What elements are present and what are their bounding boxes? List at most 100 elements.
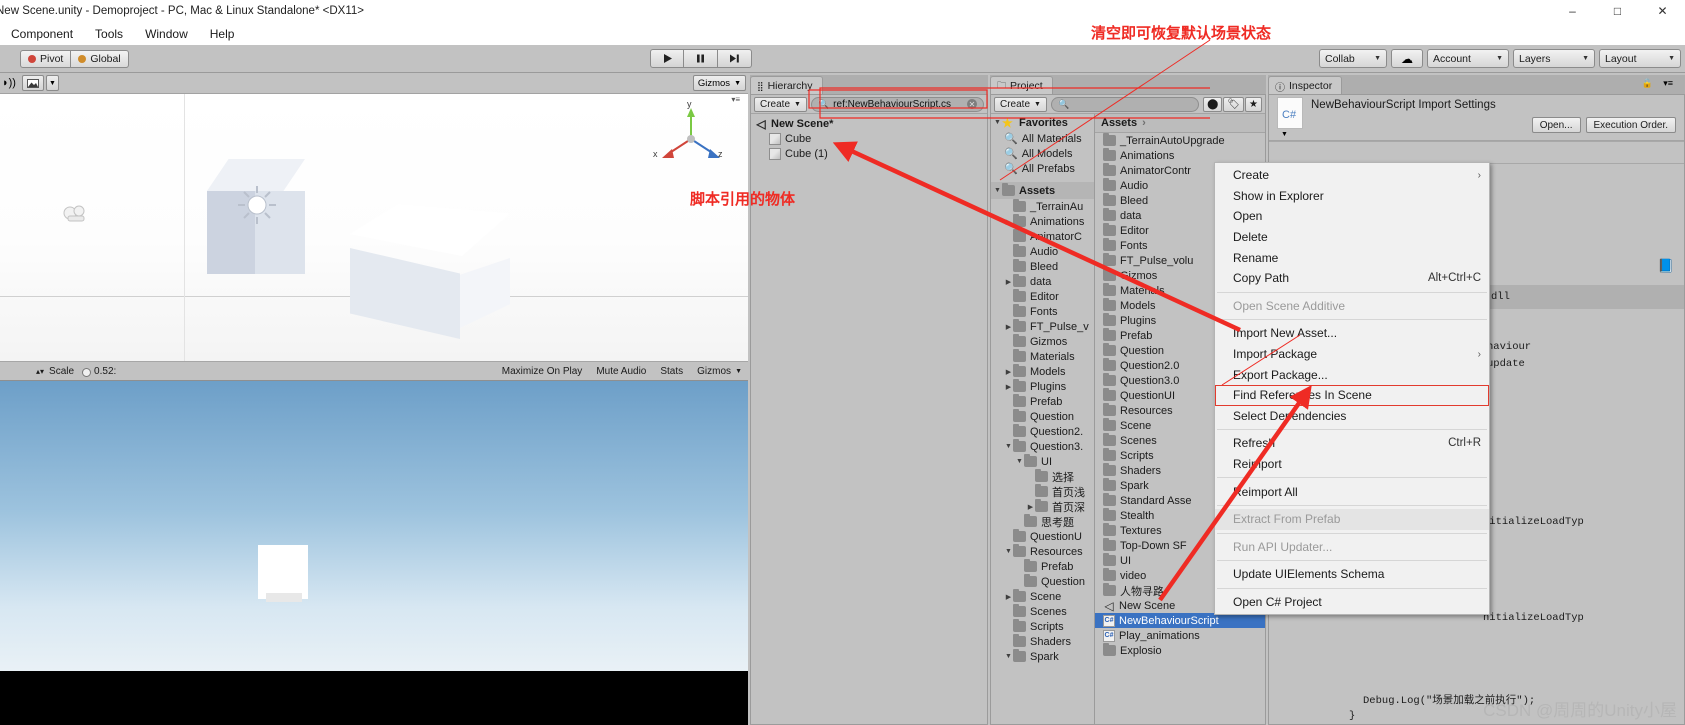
context-menu-item[interactable]: Update UIElements Schema	[1215, 564, 1489, 585]
maximize-on-play-toggle[interactable]: Maximize On Play	[502, 366, 583, 377]
project-tree-item[interactable]: Scripts	[991, 619, 1094, 634]
assets-root-row[interactable]: ▼ Assets	[991, 182, 1094, 199]
context-menu-item[interactable]: Import New Asset...	[1215, 323, 1489, 344]
scene-options-icon[interactable]: ▾≡	[731, 95, 740, 104]
context-menu-item[interactable]: Refresh Ctrl+R	[1215, 433, 1489, 454]
filter-favorite-button[interactable]: ★	[1245, 96, 1262, 112]
project-tree-item[interactable]: Gizmos	[991, 334, 1094, 349]
lock-icon[interactable]: 🔒	[1642, 78, 1653, 89]
scene-lighting-button[interactable]	[22, 75, 44, 91]
hierarchy-create-button[interactable]: Create ▼	[754, 96, 807, 112]
context-menu-item[interactable]: Delete	[1215, 227, 1489, 248]
filter-type-button[interactable]: ⬤	[1203, 96, 1223, 112]
hierarchy-item-cube-1[interactable]: Cube (1)	[751, 146, 987, 161]
menu-item-help[interactable]: Help	[207, 25, 238, 43]
project-tree-item[interactable]: ▶ 首页深	[991, 499, 1094, 514]
play-button[interactable]	[650, 49, 684, 68]
context-menu-item[interactable]: Find References In Scene	[1215, 384, 1489, 406]
chevron-right-icon[interactable]: ▶	[1004, 368, 1013, 376]
chevron-right-icon[interactable]: ▶	[1004, 278, 1013, 286]
project-asset-row[interactable]: _TerrainAutoUpgrade	[1095, 133, 1265, 148]
project-tree-item[interactable]: Prefab	[991, 559, 1094, 574]
context-menu-item[interactable]: Export Package...	[1215, 364, 1489, 385]
project-tree-item[interactable]: Scenes	[991, 604, 1094, 619]
chevron-right-icon[interactable]: ▶	[1026, 503, 1035, 511]
favorites-header[interactable]: ▼ ★ Favorites	[991, 114, 1094, 131]
project-search-input[interactable]: 🔍	[1050, 96, 1200, 112]
project-tree-column[interactable]: ▼ ★ Favorites 🔍 All Materials 🔍 All Mode…	[991, 114, 1095, 724]
chevron-right-icon[interactable]: ▶	[1004, 383, 1013, 391]
context-menu-item[interactable]: Reimport	[1215, 454, 1489, 475]
context-menu-item[interactable]: Rename	[1215, 247, 1489, 268]
tab-inspector[interactable]: ⓘ Inspector	[1268, 76, 1343, 95]
project-tree-item[interactable]: Prefab	[991, 394, 1094, 409]
favorite-all-prefabs[interactable]: 🔍 All Prefabs	[991, 161, 1094, 176]
chevron-down-icon[interactable]: ▼	[1004, 653, 1013, 660]
assets-breadcrumb[interactable]: Assets ›	[1095, 114, 1265, 133]
project-asset-row[interactable]: Explosio	[1095, 643, 1265, 658]
chevron-down-icon[interactable]: ▼	[1004, 443, 1013, 450]
project-tree-item[interactable]: QuestionU	[991, 529, 1094, 544]
scene-canvas[interactable]: y x z ▾≡	[0, 94, 748, 361]
project-tree-item[interactable]: Question	[991, 574, 1094, 589]
global-toggle[interactable]: Global	[71, 49, 129, 68]
project-tree-item[interactable]: ▶ data	[991, 274, 1094, 289]
chevron-right-icon[interactable]: ▶	[1004, 218, 1013, 226]
options-icon[interactable]: ▾≡	[1663, 78, 1673, 89]
execution-order-button[interactable]: Execution Order.	[1585, 117, 1676, 133]
help-icon[interactable]: 📘	[1658, 259, 1674, 274]
project-tree-item[interactable]: ▼ Spark	[991, 649, 1094, 664]
project-tree-item[interactable]: Bleed	[991, 259, 1094, 274]
menu-item-tools[interactable]: Tools	[92, 25, 126, 43]
context-menu-item[interactable]: Open C# Project	[1215, 592, 1489, 613]
project-tree-item[interactable]: Shaders	[991, 634, 1094, 649]
layers-dropdown[interactable]: Layers ▼	[1513, 49, 1595, 68]
context-menu-item[interactable]: Show in Explorer	[1215, 186, 1489, 207]
favorite-all-materials[interactable]: 🔍 All Materials	[991, 131, 1094, 146]
project-tree-item[interactable]: ▼ UI	[991, 454, 1094, 469]
cloud-button[interactable]: ☁	[1391, 49, 1423, 68]
scene-axis-gizmo[interactable]: y x z	[653, 99, 726, 174]
project-tree-item[interactable]: ▶ Scene	[991, 589, 1094, 604]
account-dropdown[interactable]: Account ▼	[1427, 49, 1509, 68]
minimize-button[interactable]: –	[1550, 0, 1595, 23]
chevron-down-icon[interactable]: ▼	[1015, 458, 1024, 465]
game-view-panel[interactable]	[0, 381, 748, 725]
project-asset-row[interactable]: Animations	[1095, 148, 1265, 163]
context-menu-item[interactable]: Open	[1215, 206, 1489, 227]
project-tree-item[interactable]: Editor	[991, 289, 1094, 304]
project-tree-item[interactable]: ▶ Plugins	[991, 379, 1094, 394]
project-tree-item[interactable]: Materials	[991, 349, 1094, 364]
pivot-toggle[interactable]: Pivot	[20, 49, 72, 68]
project-asset-row[interactable]: C# Play_animations	[1095, 628, 1265, 643]
hierarchy-item-cube[interactable]: Cube	[751, 131, 987, 146]
layout-dropdown[interactable]: Layout ▼	[1599, 49, 1681, 68]
project-tree-item[interactable]: 选择	[991, 469, 1094, 484]
step-button[interactable]	[718, 49, 752, 68]
project-tree-item[interactable]: ▶ Models	[991, 364, 1094, 379]
project-tree-item[interactable]: ▼ Question3.	[991, 439, 1094, 454]
context-menu-item[interactable]: Select Dependencies	[1215, 406, 1489, 427]
asset-context-menu[interactable]: Create › Show in Explorer Open Delete Rename C…	[1214, 162, 1490, 616]
clear-search-icon[interactable]: ✕	[967, 99, 977, 109]
project-tree-item[interactable]: _TerrainAu	[991, 199, 1094, 214]
chevron-down-icon[interactable]: ▼	[1281, 131, 1288, 138]
chevron-right-icon[interactable]: ▶	[1004, 323, 1013, 331]
chevron-right-icon[interactable]: ▶	[1004, 593, 1013, 601]
game-gizmos-dropdown[interactable]: Gizmos	[697, 366, 731, 377]
project-tree-item[interactable]: 思考题	[991, 514, 1094, 529]
project-tree-item[interactable]: ▶ Animations	[991, 214, 1094, 229]
project-tree-item[interactable]: Fonts	[991, 304, 1094, 319]
tab-hierarchy[interactable]: ⣿ Hierarchy	[750, 76, 823, 95]
project-tree-item[interactable]: 首页浅	[991, 484, 1094, 499]
project-tree-item[interactable]: ▼ Resources	[991, 544, 1094, 559]
scale-stepper-icon[interactable]: ▴▾	[36, 367, 44, 376]
context-menu-item[interactable]: Copy Path Alt+Ctrl+C	[1215, 268, 1489, 289]
mute-audio-toggle[interactable]: Mute Audio	[596, 366, 646, 377]
filter-label-button[interactable]: 🏷	[1223, 96, 1245, 112]
project-tree-item[interactable]: Audio	[991, 244, 1094, 259]
audio-icon[interactable]: ◗))	[2, 77, 16, 89]
open-button[interactable]: Open...	[1531, 117, 1581, 133]
menu-item-component[interactable]: Component	[8, 25, 76, 43]
project-tree-item[interactable]: ▶ FT_Pulse_v	[991, 319, 1094, 334]
